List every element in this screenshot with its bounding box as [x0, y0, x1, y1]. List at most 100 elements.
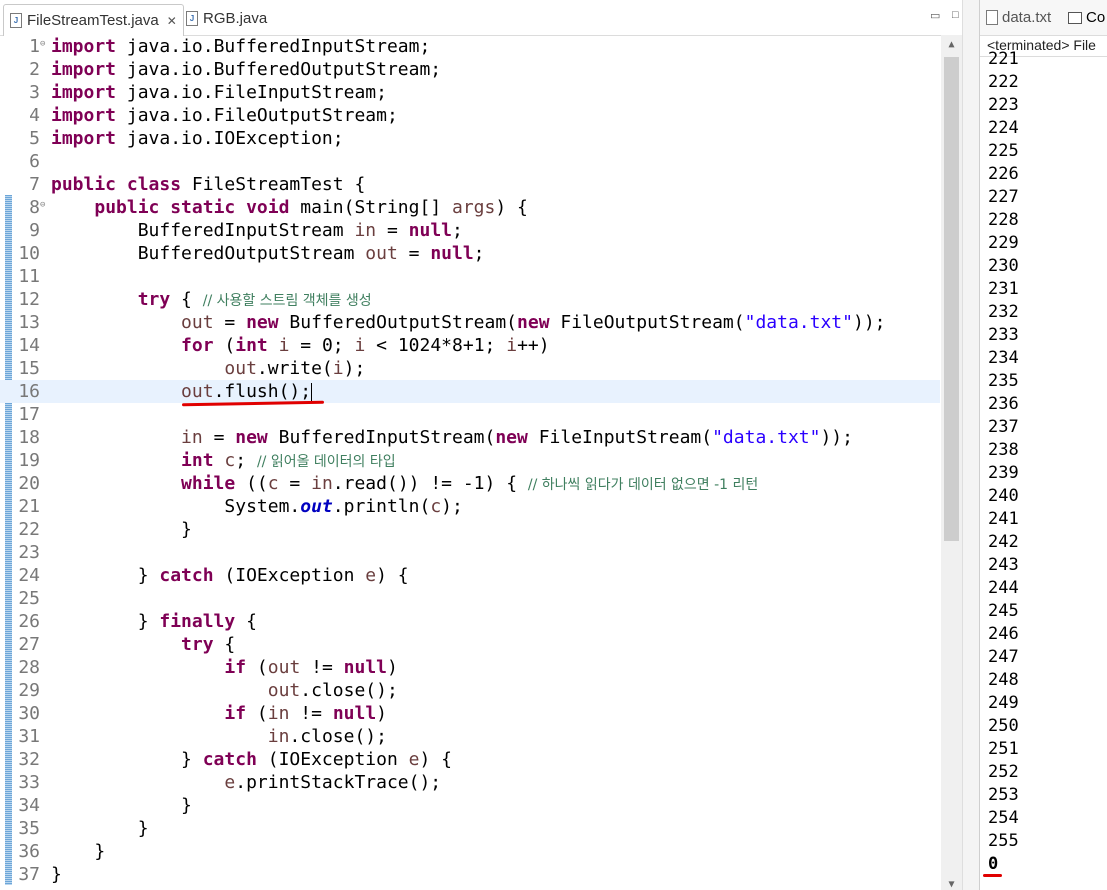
code-editor[interactable]: J FileStreamTest.java ✕ J RGB.java ▭ □ 1…: [0, 0, 978, 890]
code-text: } finally {: [51, 611, 257, 632]
code-line[interactable]: 4 import java.io.FileOutputStream;: [0, 104, 940, 127]
line-number: 14: [18, 335, 40, 356]
line-number: 13: [18, 312, 40, 333]
code-line[interactable]: 28 if (out != null): [0, 656, 940, 679]
code-line[interactable]: 13 out = new BufferedOutputStream(new Fi…: [0, 311, 940, 334]
code-area[interactable]: 1 ⊖ import java.io.BufferedInputStream; 2 im…: [0, 35, 940, 886]
maximize-icon[interactable]: □: [952, 9, 959, 21]
code-line[interactable]: 30 if (in != null): [0, 702, 940, 725]
line-number: 12: [18, 289, 40, 310]
console-view[interactable]: data.txt Co <terminated> File 221 222 223 2…: [979, 0, 1107, 890]
code-line[interactable]: 3 import java.io.FileInputStream;: [0, 81, 940, 104]
close-icon[interactable]: ✕: [167, 14, 177, 28]
code-line[interactable]: 12 try { // 사용할 스트림 객체를 생성: [0, 288, 940, 311]
code-text: import java.io.IOException;: [51, 128, 344, 149]
console-icon: [1068, 11, 1082, 24]
console-output-line: 244: [988, 578, 1019, 598]
line-number: 1: [29, 36, 40, 57]
code-text: try {: [181, 634, 236, 655]
tab-data-txt[interactable]: data.txt: [986, 9, 1051, 26]
code-line[interactable]: 2 import java.io.BufferedOutputStream;: [0, 58, 940, 81]
line-number: 4: [29, 105, 40, 126]
code-text: }: [51, 519, 192, 540]
code-line[interactable]: 5 import java.io.IOException;: [0, 127, 940, 150]
code-line[interactable]: 31 in.close();: [0, 725, 940, 748]
line-number: 37: [18, 864, 40, 885]
line-number: 27: [18, 634, 40, 655]
line-number: 10: [18, 243, 40, 264]
text-file-icon: [986, 10, 998, 25]
console-output-line: 226: [988, 164, 1019, 184]
code-line[interactable]: 20 while ((c = in.read()) != -1) { // 하나…: [0, 472, 940, 495]
tab-label: RGB.java: [203, 9, 268, 27]
code-line[interactable]: 37}: [0, 863, 940, 886]
code-line[interactable]: 7 public class FileStreamTest {: [0, 173, 940, 196]
code-line[interactable]: 22 }: [0, 518, 940, 541]
console-output-line: 251: [988, 739, 1019, 759]
code-line[interactable]: 23: [0, 541, 940, 564]
tab-label: Co: [1086, 9, 1106, 26]
vertical-scrollbar[interactable]: ▲ ▼: [941, 35, 962, 890]
code-line[interactable]: 6: [0, 150, 940, 173]
code-text: in.close();: [267, 726, 387, 747]
code-line[interactable]: 17: [0, 403, 940, 426]
console-output-line: 234: [988, 348, 1019, 368]
line-number: 2: [29, 59, 40, 80]
code-line[interactable]: 36 }: [0, 840, 940, 863]
line-number: 31: [18, 726, 40, 747]
code-line[interactable]: 25: [0, 587, 940, 610]
fold-toggle-icon[interactable]: ⊖: [40, 197, 45, 213]
code-line[interactable]: 9 BufferedInputStream in = null;: [0, 219, 940, 242]
code-line[interactable]: 1 ⊖ import java.io.BufferedInputStream;: [0, 35, 940, 58]
line-number: 30: [18, 703, 40, 724]
fold-toggle-icon[interactable]: ⊖: [40, 36, 45, 52]
tab-rgb-java[interactable]: J RGB.java: [180, 5, 267, 31]
code-text: try { // 사용할 스트림 객체를 생성: [137, 289, 372, 310]
code-line[interactable]: 18 in = new BufferedInputStream(new File…: [0, 426, 940, 449]
console-output-line: 239: [988, 463, 1019, 483]
line-number: 18: [18, 427, 40, 448]
code-text: } catch (IOException e) {: [51, 565, 409, 586]
code-line[interactable]: 26 } finally {: [0, 610, 940, 633]
code-line[interactable]: 8 ⊖ public static void main(String[] args…: [0, 196, 940, 219]
code-line[interactable]: 29 out.close();: [0, 679, 940, 702]
console-output-line: 253: [988, 785, 1019, 805]
code-line[interactable]: 32 } catch (IOException e) {: [0, 748, 940, 771]
code-text: while ((c = in.read()) != -1) { // 하나씩 읽…: [181, 473, 759, 494]
line-number: 6: [29, 151, 40, 172]
console-output-line: 254: [988, 808, 1019, 828]
pane-divider[interactable]: [962, 0, 979, 890]
console-output-line: 222: [988, 72, 1019, 92]
code-line[interactable]: 21 System.out.println(c);: [0, 495, 940, 518]
code-line[interactable]: 34 }: [0, 794, 940, 817]
console-output-line: 228: [988, 210, 1019, 230]
scroll-down-icon[interactable]: ▼: [941, 879, 962, 890]
code-line[interactable]: 15 out.write(i);: [0, 357, 940, 380]
console-output-line: 230: [988, 256, 1019, 276]
tab-console[interactable]: Co: [1068, 9, 1105, 26]
code-line[interactable]: 11: [0, 265, 940, 288]
tab-filestreamtest-java[interactable]: J FileStreamTest.java ✕: [3, 4, 184, 36]
code-line[interactable]: 19 int c; // 읽어올 데이터의 타입: [0, 449, 940, 472]
code-line[interactable]: 16 out.flush();: [0, 380, 940, 403]
scrollbar-thumb[interactable]: [944, 57, 959, 541]
console-output-line: 243: [988, 555, 1019, 575]
minimize-icon[interactable]: ▭: [930, 9, 940, 22]
line-number: 29: [18, 680, 40, 701]
code-line[interactable]: 35 }: [0, 817, 940, 840]
code-line[interactable]: 33 e.printStackTrace();: [0, 771, 940, 794]
scroll-up-icon[interactable]: ▲: [941, 39, 962, 50]
code-line[interactable]: 14 for (int i = 0; i < 1024*8+1; i++): [0, 334, 940, 357]
code-text: }: [51, 818, 149, 839]
line-number: 32: [18, 749, 40, 770]
console-output-line: 247: [988, 647, 1019, 667]
console-output-line: 227: [988, 187, 1019, 207]
code-line[interactable]: 10 BufferedOutputStream out = null;: [0, 242, 940, 265]
java-file-icon: J: [186, 10, 198, 26]
line-number: 5: [29, 128, 40, 149]
line-number: 16: [18, 381, 40, 402]
code-text: }: [51, 841, 106, 862]
code-text: out.close();: [267, 680, 398, 701]
code-line[interactable]: 24 } catch (IOException e) {: [0, 564, 940, 587]
code-line[interactable]: 27 try {: [0, 633, 940, 656]
